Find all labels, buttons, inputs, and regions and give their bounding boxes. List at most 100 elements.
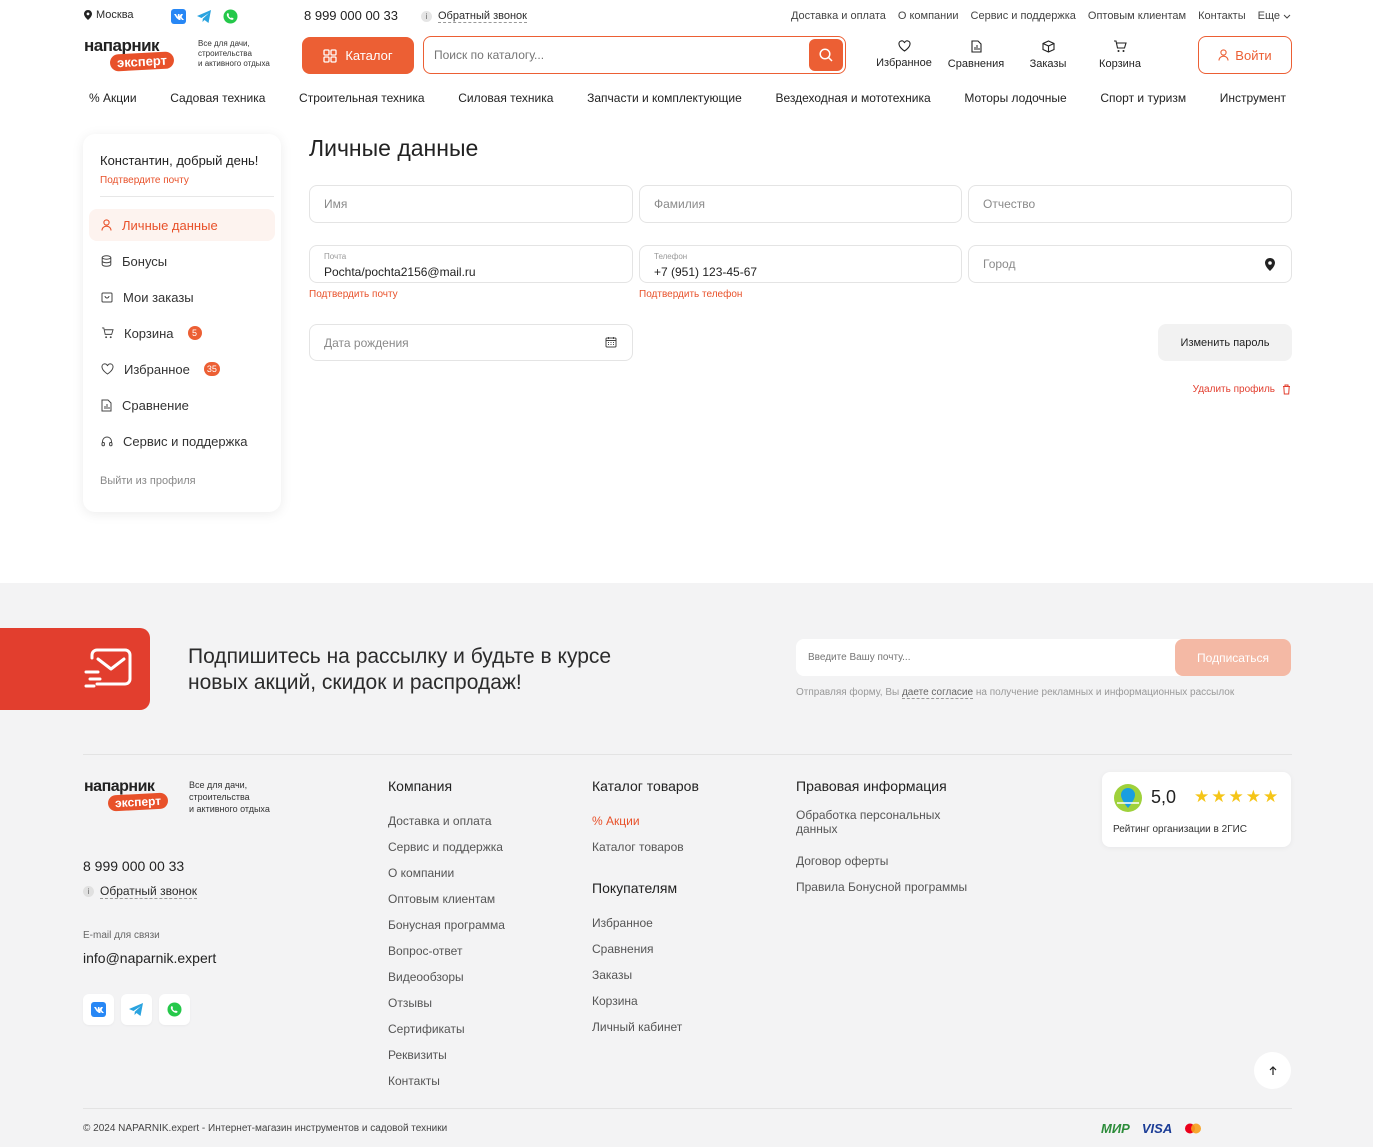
middle-name-field[interactable]: Отчество: [968, 185, 1292, 223]
sidebar-item-label: Сервис и поддержка: [123, 433, 248, 449]
change-password-button[interactable]: Изменить пароль: [1158, 324, 1292, 361]
vk-icon[interactable]: [171, 9, 186, 24]
consent-text-end: на получение рекламных и информационных …: [975, 687, 1235, 698]
footer-link[interactable]: Сертификаты: [388, 1016, 505, 1042]
footer-callback-link[interactable]: i Обратный звонок: [83, 884, 198, 899]
footer-link[interactable]: О компании: [388, 860, 505, 886]
location-pin-icon: [84, 10, 92, 20]
user-icon: [1218, 49, 1229, 61]
sidebar-confirm-email[interactable]: Подтвердите почту: [100, 175, 189, 186]
footer-link[interactable]: Контакты: [388, 1068, 505, 1094]
footer-link[interactable]: Бонусная программа: [388, 912, 505, 938]
menu-item-parts[interactable]: Запчасти и комплектующие: [587, 91, 742, 105]
top-link-more[interactable]: Еще: [1258, 10, 1291, 22]
menu-item-offroad[interactable]: Вездеходная и мототехника: [775, 91, 930, 105]
delete-profile-link[interactable]: Удалить профиль: [1193, 384, 1291, 395]
footer-link[interactable]: Правила Бонусной программы: [796, 874, 967, 900]
menu-item-construction[interactable]: Строительная техника: [299, 91, 425, 105]
callback-link[interactable]: i Обратный звонок: [421, 10, 527, 23]
birthdate-field[interactable]: Дата рождения: [309, 324, 633, 361]
login-button[interactable]: Войти: [1198, 36, 1292, 74]
coins-icon: [101, 255, 112, 267]
footer-logo[interactable]: напарник эксперт Все для дачи, строитель…: [84, 778, 294, 818]
footer-link[interactable]: Видеообзоры: [388, 964, 505, 990]
menu-item-sales[interactable]: % Акции: [89, 91, 137, 105]
search-bar[interactable]: [423, 36, 846, 74]
calendar-icon[interactable]: [605, 336, 617, 348]
header-favorites[interactable]: Избранное: [874, 40, 934, 70]
footer-link[interactable]: Корзина: [592, 988, 699, 1014]
footer-link[interactable]: Вопрос-ответ: [388, 938, 505, 964]
footer-link[interactable]: Доставка и оплата: [388, 808, 505, 834]
footer-link[interactable]: Обработка персональных данных: [796, 808, 966, 836]
sidebar-item-personal[interactable]: Личные данные: [89, 209, 275, 241]
top-link-wholesale[interactable]: Оптовым клиентам: [1088, 10, 1186, 22]
menu-item-power[interactable]: Силовая техника: [458, 91, 553, 105]
menu-item-garden[interactable]: Садовая техника: [170, 91, 265, 105]
subscribe-button[interactable]: Подписаться: [1175, 639, 1291, 676]
sidebar-item-label: Бонусы: [122, 253, 168, 269]
footer-link[interactable]: Каталог товаров: [592, 834, 699, 860]
visa-logo-icon: VISA: [1141, 1121, 1173, 1136]
footer-email[interactable]: info@naparnik.expert: [83, 950, 216, 966]
header-cart[interactable]: Корзина: [1078, 40, 1162, 70]
first-name-field[interactable]: Имя: [309, 185, 633, 223]
sidebar-item-support[interactable]: Сервис и поддержка: [89, 425, 275, 457]
top-link-about[interactable]: О компании: [898, 10, 959, 22]
footer-link[interactable]: Реквизиты: [388, 1042, 505, 1068]
rating-widget[interactable]: 5,0 ★★★★★ Рейтинг организации в 2ГИС: [1102, 772, 1291, 847]
footer-link[interactable]: Личный кабинет: [592, 1014, 699, 1040]
whatsapp-icon[interactable]: [223, 9, 238, 24]
confirm-phone-link[interactable]: Подтвердить телефон: [639, 289, 742, 300]
footer-link-sales[interactable]: % Акции: [592, 808, 699, 834]
footer-link[interactable]: Отзывы: [388, 990, 505, 1016]
footer-whatsapp-icon[interactable]: [159, 994, 190, 1025]
footer-phone[interactable]: 8 999 000 00 33: [83, 858, 184, 874]
header-orders-label: Заказы: [1029, 58, 1067, 70]
sidebar-item-favorites[interactable]: Избранное 35: [89, 353, 275, 385]
footer-telegram-icon[interactable]: [121, 994, 152, 1025]
footer-link[interactable]: Заказы: [592, 962, 699, 988]
sidebar-item-compare[interactable]: Сравнение: [89, 389, 275, 421]
header-phone[interactable]: 8 999 000 00 33: [304, 8, 398, 23]
favorites-count-badge: 35: [203, 362, 220, 376]
sidebar-item-bonuses[interactable]: Бонусы: [89, 245, 275, 277]
scroll-top-button[interactable]: [1254, 1052, 1291, 1089]
info-icon: i: [83, 886, 94, 897]
footer-link[interactable]: Сравнения: [592, 936, 699, 962]
phone-field[interactable]: Телефон +7 (951) 123-45-67: [639, 245, 962, 283]
footer-link[interactable]: Оптовым клиентам: [388, 886, 505, 912]
footer-link[interactable]: Избранное: [592, 910, 699, 936]
email-field[interactable]: Почта Pochta/pochta2156@mail.ru: [309, 245, 633, 283]
location-pin-icon[interactable]: [1265, 258, 1275, 271]
search-input[interactable]: [434, 46, 804, 64]
city-placeholder: Город: [983, 257, 1016, 271]
top-link-contacts[interactable]: Контакты: [1198, 10, 1246, 22]
newsletter-email-input[interactable]: [808, 649, 1158, 665]
sidebar-item-orders[interactable]: Мои заказы: [89, 281, 275, 313]
telegram-icon[interactable]: [197, 9, 212, 24]
consent-link[interactable]: даете согласие: [901, 687, 974, 699]
menu-item-sport[interactable]: Спорт и туризм: [1100, 91, 1186, 105]
header-compare[interactable]: Сравнения: [934, 40, 1018, 70]
top-link-service[interactable]: Сервис и поддержка: [971, 10, 1076, 22]
top-link-delivery[interactable]: Доставка и оплата: [791, 10, 886, 22]
search-button[interactable]: [809, 39, 843, 71]
city-field[interactable]: Город: [968, 245, 1292, 283]
sidebar-item-cart[interactable]: Корзина 5: [89, 317, 275, 349]
sidebar-greeting: Константин, добрый день!: [100, 153, 259, 168]
header-cart-label: Корзина: [1099, 58, 1141, 70]
menu-item-tools[interactable]: Инструмент: [1220, 91, 1286, 105]
footer-link[interactable]: Сервис и поддержка: [388, 834, 505, 860]
last-name-field[interactable]: Фамилия: [639, 185, 962, 223]
header-favorites-label: Избранное: [876, 57, 932, 69]
footer-link[interactable]: Договор оферты: [796, 848, 966, 874]
city-selector[interactable]: Москва: [84, 9, 134, 21]
logout-link[interactable]: Выйти из профиля: [100, 475, 196, 487]
header-orders[interactable]: Заказы: [1018, 40, 1078, 70]
footer-vk-icon[interactable]: [83, 994, 114, 1025]
confirm-email-link[interactable]: Подтвердить почту: [309, 289, 398, 300]
site-logo[interactable]: напарник эксперт Все для дачи, строитель…: [84, 36, 284, 76]
menu-item-boat-motors[interactable]: Моторы лодочные: [964, 91, 1066, 105]
catalog-button[interactable]: Каталог: [302, 37, 414, 74]
